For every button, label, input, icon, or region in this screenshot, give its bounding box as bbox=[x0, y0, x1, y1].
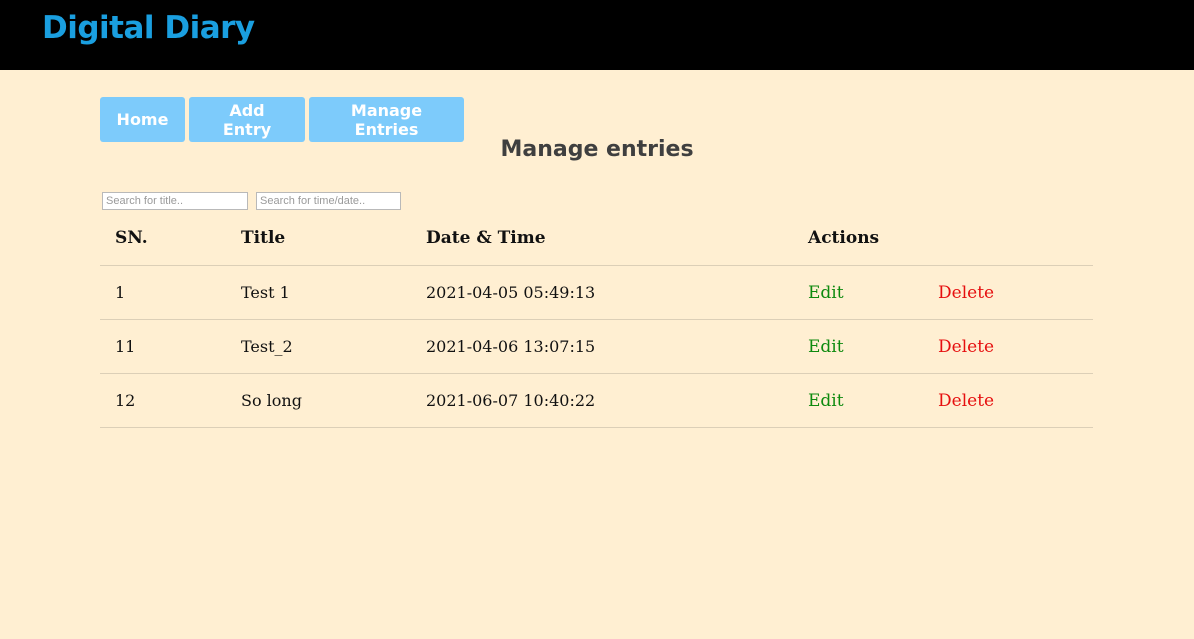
delete-link[interactable]: Delete bbox=[938, 391, 994, 411]
column-header-datetime: Date & Time bbox=[426, 228, 546, 248]
delete-link[interactable]: Delete bbox=[938, 337, 994, 357]
entry-datetime: 2021-04-06 13:07:15 bbox=[426, 337, 596, 356]
column-header-title: Title bbox=[241, 228, 286, 248]
entry-sn: 1 bbox=[115, 283, 126, 302]
entry-title: Test_2 bbox=[241, 337, 293, 356]
entry-title: Test 1 bbox=[241, 283, 290, 302]
entry-title: So long bbox=[241, 391, 302, 410]
entry-sn: 12 bbox=[115, 391, 136, 410]
nav-manage-entries-button[interactable]: Manage Entries bbox=[309, 97, 464, 142]
entries-table: SN. Title Date & Time Actions 1 Test 1 2… bbox=[100, 212, 1093, 428]
edit-link[interactable]: Edit bbox=[808, 337, 844, 357]
entry-datetime: 2021-04-05 05:49:13 bbox=[426, 283, 596, 302]
main-nav: Home Add Entry Manage Entries bbox=[100, 97, 464, 142]
top-header: Digital Diary bbox=[0, 0, 1194, 70]
entry-sn: 11 bbox=[115, 337, 136, 356]
page-title: Manage entries bbox=[500, 137, 694, 162]
table-row: 11 Test_2 2021-04-06 13:07:15 Edit Delet… bbox=[100, 320, 1093, 374]
entry-datetime: 2021-06-07 10:40:22 bbox=[426, 391, 596, 410]
search-title-input[interactable] bbox=[102, 192, 248, 210]
delete-link[interactable]: Delete bbox=[938, 283, 994, 303]
column-header-sn: SN. bbox=[115, 228, 148, 248]
table-header-row: SN. Title Date & Time Actions bbox=[100, 212, 1093, 266]
search-datetime-input[interactable] bbox=[256, 192, 401, 210]
table-row: 12 So long 2021-06-07 10:40:22 Edit Dele… bbox=[100, 374, 1093, 428]
table-row: 1 Test 1 2021-04-05 05:49:13 Edit Delete bbox=[100, 266, 1093, 320]
nav-home-button[interactable]: Home bbox=[100, 97, 185, 142]
edit-link[interactable]: Edit bbox=[808, 391, 844, 411]
column-header-actions: Actions bbox=[808, 228, 880, 248]
edit-link[interactable]: Edit bbox=[808, 283, 844, 303]
nav-add-entry-button[interactable]: Add Entry bbox=[189, 97, 305, 142]
brand-logo-text[interactable]: Digital Diary bbox=[42, 10, 255, 46]
